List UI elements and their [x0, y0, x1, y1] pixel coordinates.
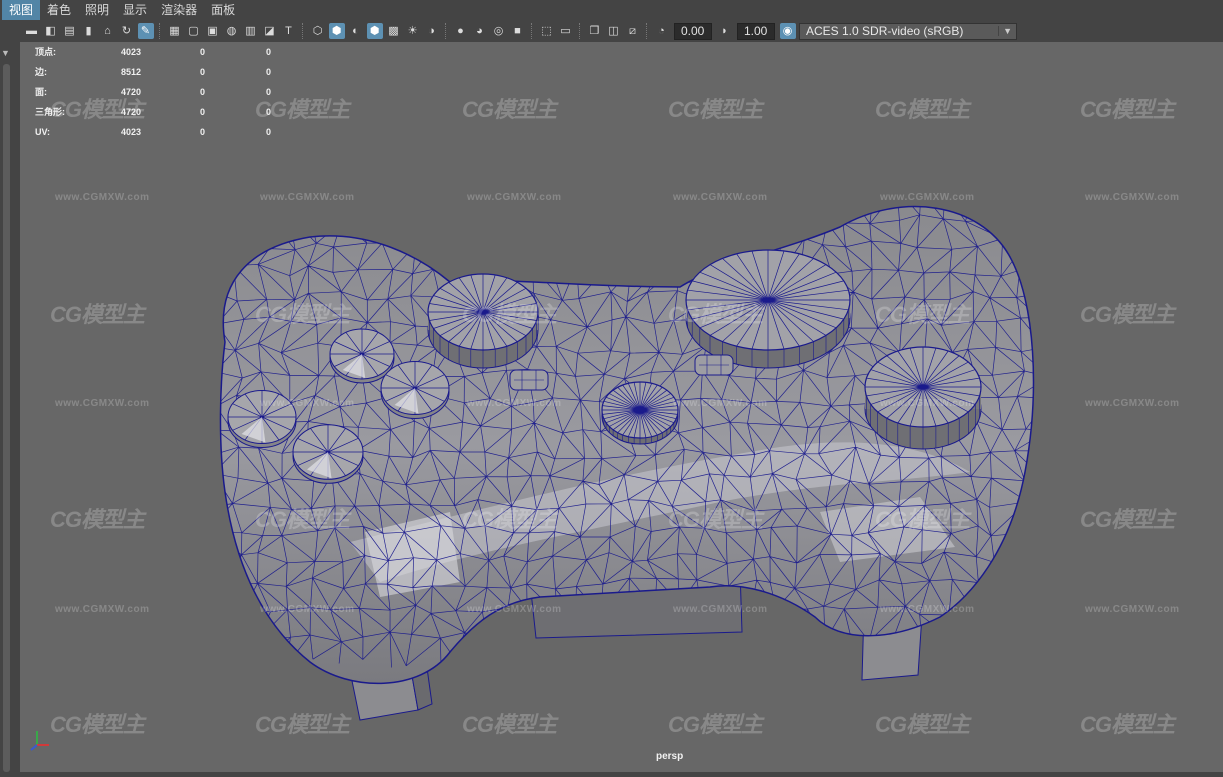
- bookmarks-icon[interactable]: ▤: [62, 23, 78, 39]
- hud-value: 4023: [120, 47, 141, 57]
- camera-name-label: persp: [656, 751, 684, 762]
- menu-shading[interactable]: 着色: [40, 0, 78, 20]
- hud-row-vertices: 顶点: 4023 0 0: [35, 42, 271, 62]
- face-button-left: [227, 389, 297, 449]
- toolbar-divider: [531, 23, 533, 39]
- hud-label: UV:: [35, 127, 51, 137]
- gamma-input[interactable]: 1.00: [737, 22, 775, 40]
- face-button-right: [380, 360, 450, 420]
- backface-culling-icon[interactable]: ⧄: [625, 23, 641, 39]
- hud-selected: 0: [199, 107, 205, 117]
- isolate-select-icon[interactable]: ⬚: [539, 23, 555, 39]
- motion-blur-icon[interactable]: ◕: [472, 23, 488, 39]
- image-plane-icon[interactable]: ⌂: [100, 23, 116, 39]
- maya-viewport-window: 视图 着色 照明 显示 渲染器 面板 ▬ ◧ ▤ ▮ ⌂ ↻ ✎ ▦ ▢ ▣ ◍…: [0, 0, 1223, 777]
- hud-components: 0: [265, 47, 271, 57]
- use-all-lights-icon[interactable]: ☀: [405, 23, 421, 39]
- film-gate-icon[interactable]: ▢: [186, 23, 202, 39]
- right-thumbstick: [864, 346, 982, 450]
- menu-show[interactable]: 显示: [116, 0, 154, 20]
- hud-selected: 0: [199, 67, 205, 77]
- gate-mask-icon[interactable]: ◍: [224, 23, 240, 39]
- view-transform-value: ACES 1.0 SDR-video (sRGB): [806, 24, 964, 38]
- camera-attributes-icon[interactable]: ◧: [43, 23, 59, 39]
- viewport-toolbar: ▬ ◧ ▤ ▮ ⌂ ↻ ✎ ▦ ▢ ▣ ◍ ▥ ◪ T ⬡ ⬢ ◐ ⬢ ▩ ☀ …: [0, 20, 1223, 42]
- hud-row-edges: 边: 8512 0 0: [35, 62, 271, 82]
- toolbar-divider: [445, 23, 447, 39]
- hud-label: 面:: [35, 87, 47, 97]
- hud-label: 三角形:: [35, 107, 65, 117]
- 2d-pan-zoom-icon[interactable]: ↻: [119, 23, 135, 39]
- menu-renderer[interactable]: 渲染器: [154, 0, 204, 20]
- hud-components: 0: [265, 127, 271, 137]
- screen-space-ao-icon[interactable]: ●: [453, 23, 469, 39]
- dpad-center: [601, 381, 679, 445]
- hud-value: 4720: [120, 87, 141, 97]
- face-button-bottom: [292, 424, 364, 484]
- xray-joints-icon[interactable]: ❐: [587, 23, 603, 39]
- hud-components: 0: [265, 107, 271, 117]
- hud-label: 边:: [35, 67, 47, 77]
- gamma-icon[interactable]: ◗: [717, 23, 733, 39]
- start-button: [694, 354, 734, 376]
- menu-view[interactable]: 视图: [2, 0, 41, 20]
- hud-selected: 0: [199, 47, 205, 57]
- exposure-input[interactable]: 0.00: [674, 22, 712, 40]
- wireframe-on-shaded-icon[interactable]: ⬢: [366, 23, 383, 39]
- left-panel-strip: ▼: [0, 42, 13, 777]
- controller-wireframe-model: [219, 205, 1035, 721]
- axis-gizmo-icon: [30, 731, 49, 751]
- resolution-gate-icon[interactable]: ▣: [205, 23, 221, 39]
- safe-title-icon[interactable]: T: [281, 23, 297, 39]
- menu-lighting[interactable]: 照明: [78, 0, 116, 20]
- poly-count-hud: 顶点: 4023 0 0 边: 8512 0 0 面: 4720 0 0 三角形…: [35, 42, 271, 142]
- hud-components: 0: [265, 87, 271, 97]
- hud-row-triangles: 三角形: 4720 0 0: [35, 102, 271, 122]
- hud-label: 顶点:: [35, 47, 56, 57]
- select-camera-icon[interactable]: ▬: [24, 23, 40, 39]
- disc-spokes: [686, 250, 850, 350]
- disc-spokes: [602, 382, 678, 438]
- hud-row-uvs: UV: 4023 0 0: [35, 122, 271, 142]
- safe-action-icon[interactable]: ◪: [262, 23, 278, 39]
- grease-pencil-icon[interactable]: ✎: [137, 23, 154, 39]
- hud-value: 4023: [120, 127, 141, 137]
- textured-icon[interactable]: ▩: [386, 23, 402, 39]
- vertical-scrollbar[interactable]: [3, 64, 10, 772]
- shadows-icon[interactable]: ◑: [424, 23, 440, 39]
- color-management-icon[interactable]: ◉: [779, 23, 796, 39]
- hud-row-faces: 面: 4720 0 0: [35, 82, 271, 102]
- toolbar-divider: [159, 23, 161, 39]
- left-thumbstick: [427, 273, 539, 369]
- toolbar-divider: [302, 23, 304, 39]
- toolbar-divider: [579, 23, 581, 39]
- hud-value: 8512: [120, 67, 141, 77]
- hud-selected: 0: [199, 87, 205, 97]
- smooth-shade-icon[interactable]: ⬢: [328, 23, 345, 39]
- multisample-aa-icon[interactable]: ◎: [491, 23, 507, 39]
- wireframe-icon[interactable]: ⬡: [310, 23, 326, 39]
- chevron-down-icon: ▼: [998, 26, 1012, 36]
- default-material-icon[interactable]: ◐: [348, 23, 364, 39]
- 3d-viewport[interactable]: CG模型主 CG模型主 CG模型主 CG模型主 CG模型主 CG模型主 CG模型主 CG模型主…: [20, 42, 1223, 772]
- back-button: [509, 369, 549, 391]
- field-chart-icon[interactable]: ▥: [243, 23, 259, 39]
- grid-icon[interactable]: ▦: [167, 23, 183, 39]
- right-top-stick: [685, 249, 851, 369]
- depth-of-field-icon[interactable]: ■: [510, 23, 526, 39]
- view-transform-select[interactable]: ACES 1.0 SDR-video (sRGB) ▼: [799, 22, 1017, 40]
- bookmark-flag-icon[interactable]: ▮: [81, 23, 97, 39]
- exposure-icon[interactable]: ◔: [654, 23, 670, 39]
- toolbar-divider: [646, 23, 648, 39]
- hud-components: 0: [265, 67, 271, 77]
- xray-icon[interactable]: ▭: [558, 23, 574, 39]
- xray-active-components-icon[interactable]: ◫: [606, 23, 622, 39]
- viewport-menu-bar: 视图 着色 照明 显示 渲染器 面板: [0, 0, 1223, 20]
- face-button-top: [329, 328, 395, 384]
- menu-panels[interactable]: 面板: [204, 0, 242, 20]
- hud-value: 4720: [120, 107, 141, 117]
- scroll-up-arrow-icon[interactable]: ▼: [1, 48, 10, 58]
- hud-selected: 0: [199, 127, 205, 137]
- bottom-border: [0, 772, 1223, 777]
